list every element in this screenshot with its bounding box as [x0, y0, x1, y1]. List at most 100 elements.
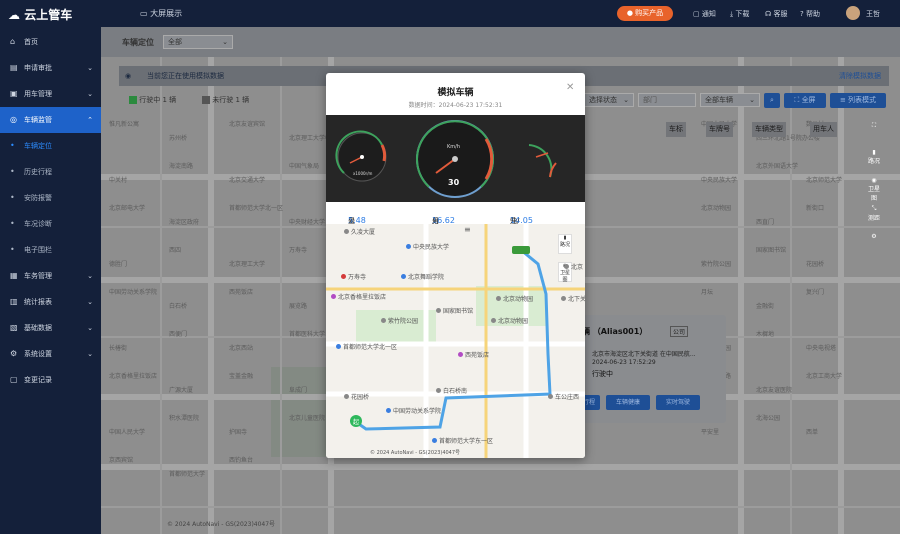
download-icon: ⤓: [730, 10, 734, 18]
list-mode-button[interactable]: ≡ 列表模式: [830, 93, 886, 108]
map-poi: 长椿街: [109, 345, 128, 352]
speed-value: 30: [448, 178, 460, 187]
buy-button[interactable]: ● 购买产品: [617, 6, 673, 21]
map-tool-plate[interactable]: 车牌号: [706, 122, 733, 137]
map-poi: 西便门: [169, 331, 188, 338]
vehicle-marker[interactable]: [512, 246, 530, 254]
sidebar-item-diagnosis[interactable]: • 车况诊断: [0, 211, 101, 237]
sidebar-item-vehicle-location[interactable]: • 车辆定位: [0, 133, 101, 159]
map-poi: 中国人民大学: [109, 429, 146, 436]
map-poi: 苏州桥: [169, 135, 188, 142]
map-poi: 中央电视塔: [806, 345, 837, 352]
close-icon[interactable]: ✕: [566, 82, 574, 93]
sidebar-item-change-log[interactable]: ▢ 变更记录: [0, 367, 101, 393]
map-tool-vehicle-type[interactable]: 车辆类型: [752, 122, 786, 137]
menu-icon[interactable]: ≡: [464, 225, 471, 234]
fullscreen-map-icon[interactable]: ⛶: [867, 122, 881, 130]
trip-map-copyright: © 2024 AutoNavi - GS(2023)4047号: [370, 450, 461, 456]
app-logo[interactable]: ☁ 云上管车: [8, 6, 72, 23]
chevron-down-icon: ⌄: [87, 272, 93, 280]
fullscreen-button[interactable]: ⛶ 全屏: [784, 93, 826, 108]
map-poi: 西四: [169, 247, 182, 254]
map-tool-driver[interactable]: 用车人: [810, 122, 837, 137]
avatar[interactable]: [846, 6, 860, 20]
trip-map-base: 起: [326, 224, 585, 458]
sidebar-item-car-service[interactable]: ▦ 车务管理 ⌄: [0, 263, 101, 289]
sidebar-item-monitoring[interactable]: ◎ 车辆监管 ⌃: [0, 107, 101, 133]
map-poi: 中央财经大学: [289, 219, 326, 226]
help-link[interactable]: ? 帮助: [800, 9, 820, 19]
sidebar-item-base-data[interactable]: ▧ 基础数据 ⌄: [0, 315, 101, 341]
map-poi: 中国劳动关系学院: [109, 289, 158, 296]
ruler-control[interactable]: ⤡ 测距: [867, 205, 881, 222]
vehicle-select[interactable]: 全部车辆 ⌄: [700, 93, 760, 107]
department-input[interactable]: 部门: [638, 93, 696, 107]
traffic-control[interactable]: ▮ 路况: [867, 149, 881, 165]
trip-map-label: 北京动物园: [491, 316, 528, 325]
sidebar-item-settings[interactable]: ⚙ 系统设置 ⌄: [0, 341, 101, 367]
big-screen-link[interactable]: ▭ 大屏展示: [140, 8, 182, 19]
status-select[interactable]: 选择状态 ⌄: [584, 93, 634, 107]
gear-icon[interactable]: ⚙: [867, 233, 881, 240]
trip-map-label: 花园桥: [344, 392, 369, 401]
vehicle-name: 辆 （Alias001）: [582, 327, 648, 336]
sidebar-item-alarm[interactable]: • 安防报警: [0, 185, 101, 211]
top-bar: ☁ 云上管车 ▭ 大屏展示 ● 购买产品 ▢ 通知 ⤓ 下载 ☊ 客服 ? 帮助…: [0, 0, 900, 27]
list-icon: ≡: [839, 96, 846, 104]
sidebar-item-car-usage[interactable]: ▣ 用车管理 ⌄: [0, 81, 101, 107]
map-poi: 护国寺: [229, 429, 248, 436]
modal-data-time: 数据时间：2024-06-23 17:52:31: [408, 102, 503, 109]
map-tool-car-icon[interactable]: 车标: [666, 122, 686, 137]
help-icon: ?: [800, 10, 804, 18]
dashboard-gauges: x1000r/m Km/h 30: [326, 115, 585, 202]
map-poi: 北京动物园: [701, 205, 732, 212]
trip-map[interactable]: 起 ≡ ▮路况 ◉卫星图 久凌大厦中央民族大学万寿寺北京舞蹈学院北京香格里拉饭店…: [326, 224, 585, 458]
support-link[interactable]: ☊ 客服: [765, 9, 787, 19]
notification-link[interactable]: ▢ 通知: [693, 9, 716, 19]
map-pin-icon: [436, 388, 441, 393]
map-poi: 北京邮电大学: [109, 205, 146, 212]
map-poi: 花园桥: [806, 261, 825, 268]
download-link[interactable]: ⤓ 下载: [730, 9, 749, 19]
vehicle-health-button[interactable]: 车辆健康: [606, 395, 650, 410]
map-poi: 北京儿童医院: [289, 415, 326, 422]
map-pin-icon: [491, 318, 496, 323]
map-pin-icon: [386, 408, 391, 413]
map-poi: 白石桥: [169, 303, 188, 310]
sidebar-item-approval[interactable]: ▤ 申请审批 ⌄: [0, 55, 101, 81]
map-poi: 国家图书馆: [756, 247, 787, 254]
sidebar-item-geofence[interactable]: • 电子围栏: [0, 237, 101, 263]
live-driving-button[interactable]: 实时驾驶: [656, 395, 700, 410]
map-poi: 木樨地: [756, 331, 775, 338]
user-name[interactable]: 王哲: [866, 9, 880, 19]
map-poi: 惟凡新公寓: [109, 121, 140, 128]
map-pin-icon: [336, 344, 341, 349]
approval-icon: ▤: [10, 63, 18, 72]
monitor-icon: ▭: [140, 9, 148, 18]
map-traffic-toggle[interactable]: ▮ 路况: [558, 234, 572, 254]
map-poi: 京西宾馆: [109, 457, 134, 464]
traffic-light-icon: ▮: [563, 235, 567, 241]
scope-select[interactable]: 全部 ⌄: [163, 35, 233, 49]
search-button[interactable]: ⌕: [764, 93, 780, 108]
trip-map-label: 首都师范大学东一区: [432, 436, 493, 445]
satellite-control[interactable]: ◉ 卫星图: [867, 177, 881, 202]
sidebar-item-history[interactable]: • 历史行程: [0, 159, 101, 185]
map-poi: 北京友谊医院: [756, 387, 793, 394]
map-poi: 首都师范大学北一区: [229, 205, 284, 212]
map-pin-icon: [381, 318, 386, 323]
sidebar-item-home[interactable]: ⌂ 首页: [0, 29, 101, 55]
vehicle-tag: 公司: [670, 326, 689, 337]
trip-map-label: 西苑饭店: [458, 350, 489, 359]
map-pin-icon: [436, 308, 441, 313]
chevron-down-icon: ⌄: [87, 298, 93, 306]
map-poi: 德胜门: [109, 261, 128, 268]
clear-simulation-link[interactable]: 清除模拟数据: [839, 66, 881, 86]
sidebar-item-reports[interactable]: ▥ 统计报表 ⌄: [0, 289, 101, 315]
vehicle-address: 北京市海淀区北下关街道 在中国民航...: [592, 351, 696, 358]
temperature-gauge: [528, 144, 557, 178]
filter-label: 车辆定位: [122, 38, 154, 47]
map-poi: 金融街: [756, 303, 775, 310]
map-pin-icon: [496, 296, 501, 301]
trip-map-label: 中央民族大学: [406, 242, 449, 251]
